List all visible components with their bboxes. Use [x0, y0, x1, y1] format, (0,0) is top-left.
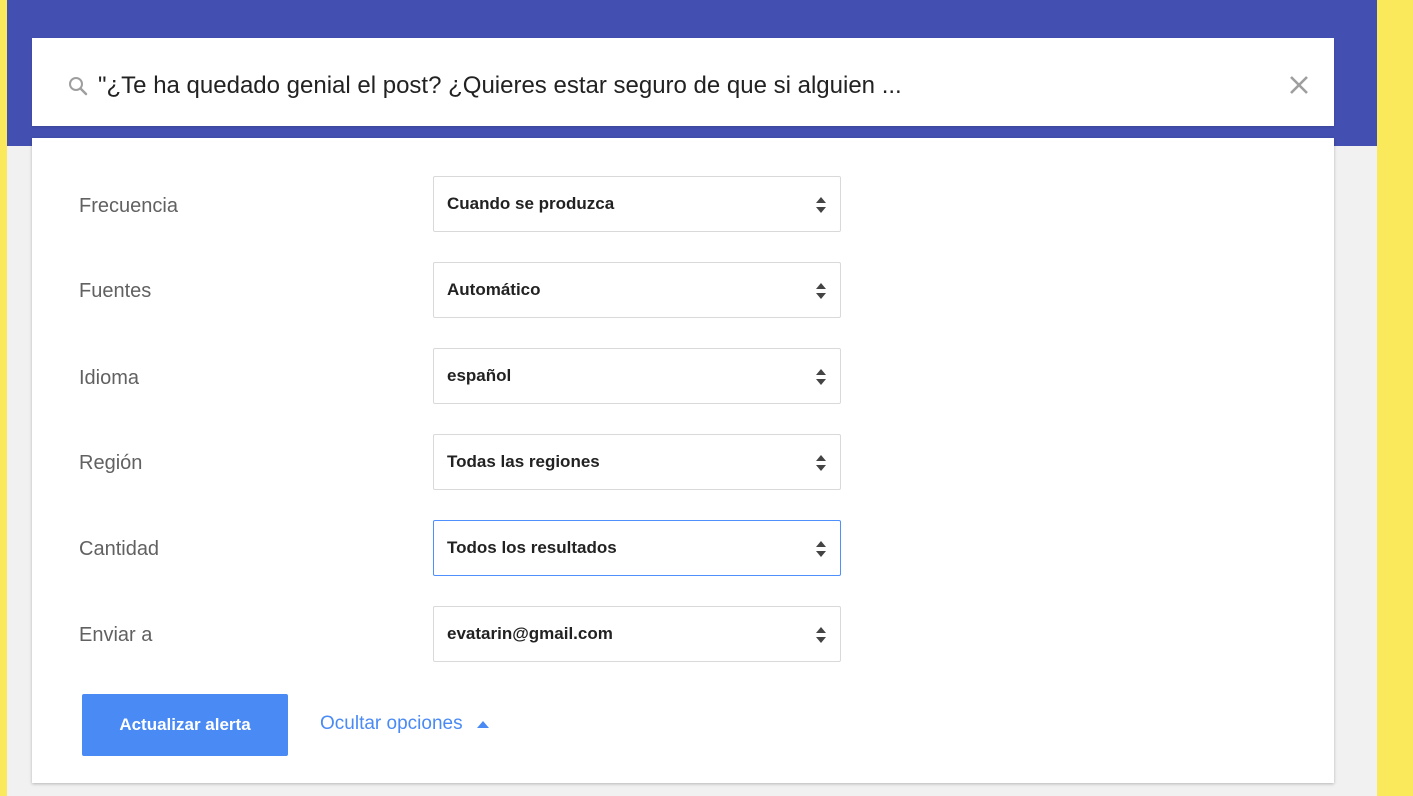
select-arrows-icon [816, 541, 826, 557]
sources-select[interactable]: Automático [433, 262, 841, 318]
close-icon[interactable] [1286, 72, 1312, 98]
frequency-value: Cuando se produzca [447, 194, 615, 213]
select-arrows-icon [816, 455, 826, 471]
right-yellow-band [1377, 0, 1413, 796]
language-select[interactable]: español [433, 348, 841, 404]
update-alert-button[interactable]: Actualizar alerta [82, 694, 288, 756]
frequency-select[interactable]: Cuando se produzca [433, 176, 841, 232]
select-arrows-icon [816, 283, 826, 299]
send-to-value: evatarin@gmail.com [447, 624, 613, 643]
region-value: Todas las regiones [447, 452, 600, 471]
quantity-label: Cantidad [79, 538, 160, 560]
search-query[interactable]: "¿Te ha quedado genial el post? ¿Quieres… [98, 69, 1258, 103]
sources-value: Automático [447, 280, 541, 299]
language-label: Idioma [79, 367, 140, 389]
region-select[interactable]: Todas las regiones [433, 434, 841, 490]
send-to-label: Enviar a [79, 624, 153, 646]
frequency-label: Frecuencia [79, 195, 178, 217]
select-arrows-icon [816, 627, 826, 643]
quantity-select[interactable]: Todos los resultados [433, 520, 841, 576]
region-label: Región [79, 452, 143, 474]
hide-options-label: Ocultar opciones [320, 713, 463, 734]
select-arrows-icon [816, 197, 826, 213]
select-arrows-icon [816, 369, 826, 385]
hide-options-link[interactable]: Ocultar opciones [320, 710, 489, 738]
search-icon [69, 77, 88, 96]
send-to-select[interactable]: evatarin@gmail.com [433, 606, 841, 662]
triangle-up-icon [476, 721, 489, 728]
sources-label: Fuentes [79, 280, 152, 302]
quantity-value: Todos los resultados [447, 538, 617, 557]
left-yellow-band [0, 0, 7, 796]
language-value: español [447, 366, 512, 385]
